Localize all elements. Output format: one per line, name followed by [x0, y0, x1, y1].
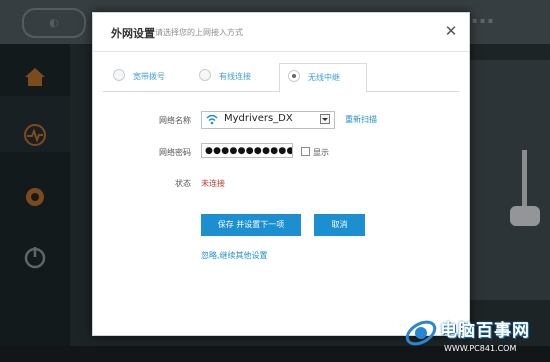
tab-pppoe[interactable]: 宽带拨号: [113, 63, 193, 90]
show-password-checkbox[interactable]: [301, 147, 310, 156]
wifi-icon: [206, 114, 218, 125]
tab-wireless-repeater-radio[interactable]: [288, 70, 300, 82]
cancel-button[interactable]: 取消: [314, 214, 365, 236]
chevron-down-icon[interactable]: [320, 114, 330, 124]
tab-wired-label: 有线连接: [219, 72, 251, 81]
tab-pppoe-label: 宽带拨号: [133, 72, 165, 81]
status-value: 未连接: [201, 179, 225, 188]
dialog-title: 外网设置: [111, 27, 155, 40]
show-password-label: 显示: [313, 148, 329, 157]
password-field[interactable]: ●●●●●●●●●●●●●: [201, 143, 293, 158]
status-label: 状态: [175, 179, 191, 188]
password-label: 网络密码: [159, 148, 191, 157]
skip-link[interactable]: 忽略,继续其他设置: [201, 250, 268, 261]
ssid-label: 网络名称: [159, 116, 191, 125]
tab-wired[interactable]: 有线连接: [199, 63, 279, 90]
tab-pppoe-radio[interactable]: [113, 69, 125, 81]
tab-wireless-repeater-label: 无线中继: [308, 73, 340, 82]
watermark-title: 电脑百事网: [440, 321, 530, 341]
connection-type-tabs: 宽带拨号 有线连接 无线中继: [103, 63, 459, 93]
tab-wireless-repeater[interactable]: 无线中继: [279, 63, 367, 93]
save-next-button[interactable]: 保存 并设置下一项: [201, 214, 301, 236]
watermark-logo-icon: [405, 320, 437, 346]
watermark-url: WWW.PC841.COM: [444, 344, 517, 353]
ssid-select[interactable]: Mydrivers_DX: [201, 111, 335, 129]
ssid-value: Mydrivers_DX: [224, 113, 293, 124]
dialog-subtitle: 请选择您的上网接入方式: [155, 28, 243, 37]
rescan-link[interactable]: 重新扫描: [345, 114, 377, 125]
wan-settings-dialog: 外网设置 请选择您的上网接入方式 ✕ 宽带拨号 有线连接 无线中继 网络名称 M…: [92, 12, 470, 336]
watermark: 电脑百事网 WWW.PC841.COM: [404, 310, 550, 362]
tab-wired-radio[interactable]: [199, 69, 211, 81]
close-icon[interactable]: ✕: [443, 23, 459, 39]
dialog-header: 外网设置 请选择您的上网接入方式 ✕: [93, 13, 469, 52]
